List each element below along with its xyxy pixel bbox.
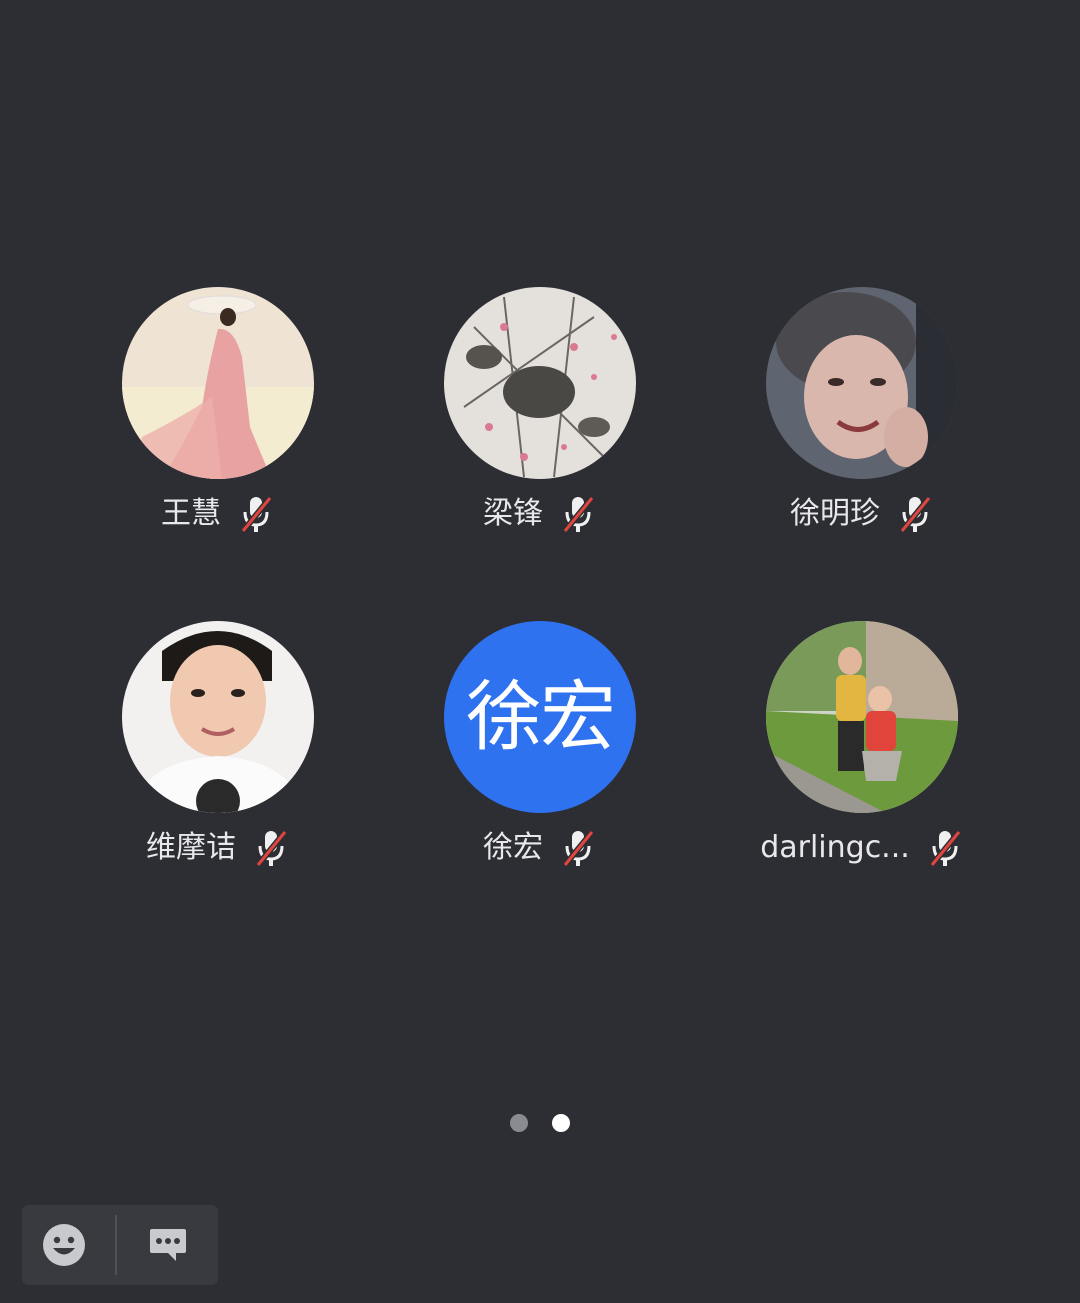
- participant-tile[interactable]: 梁锋: [390, 287, 690, 547]
- voice-call-screen: 王慧 梁锋 徐明珍 维摩诘 徐宏 徐宏 darlingc...: [0, 0, 1080, 1303]
- avatar: [122, 287, 314, 479]
- toolbar-divider: [115, 1215, 117, 1275]
- participant-name: 王慧: [161, 496, 221, 531]
- participant-tile[interactable]: 王慧: [68, 287, 368, 547]
- page-indicator[interactable]: [0, 1114, 1080, 1134]
- participant-tile[interactable]: 徐明珍: [712, 287, 1012, 547]
- participant-tile[interactable]: darlingc...: [712, 621, 1012, 881]
- avatar-initials: 徐宏: [444, 621, 636, 813]
- avatar: [766, 621, 958, 813]
- emoji-icon: [43, 1224, 85, 1266]
- avatar: [766, 287, 958, 479]
- chat-bubble-icon: [150, 1229, 186, 1261]
- participant-tile[interactable]: 徐宏 徐宏: [390, 621, 690, 881]
- mic-muted-icon: [255, 830, 288, 867]
- mic-muted-icon: [240, 496, 273, 533]
- avatar: [122, 621, 314, 813]
- mic-muted-icon: [899, 496, 932, 533]
- participant-name: darlingc...: [760, 830, 910, 865]
- emoji-button[interactable]: [34, 1217, 94, 1273]
- mic-muted-icon: [562, 496, 595, 533]
- participant-name: 徐明珍: [790, 496, 880, 531]
- mic-muted-icon: [562, 830, 595, 867]
- page-dot-active[interactable]: [552, 1114, 570, 1132]
- participant-name: 徐宏: [483, 830, 543, 865]
- participant-tile[interactable]: 维摩诘: [68, 621, 368, 881]
- participant-name: 维摩诘: [146, 830, 236, 865]
- mic-muted-icon: [929, 830, 962, 867]
- avatar: [444, 287, 636, 479]
- bottom-toolbar: [22, 1205, 218, 1285]
- chat-button[interactable]: [138, 1217, 198, 1273]
- participant-name: 梁锋: [483, 496, 543, 531]
- page-dot[interactable]: [510, 1114, 528, 1132]
